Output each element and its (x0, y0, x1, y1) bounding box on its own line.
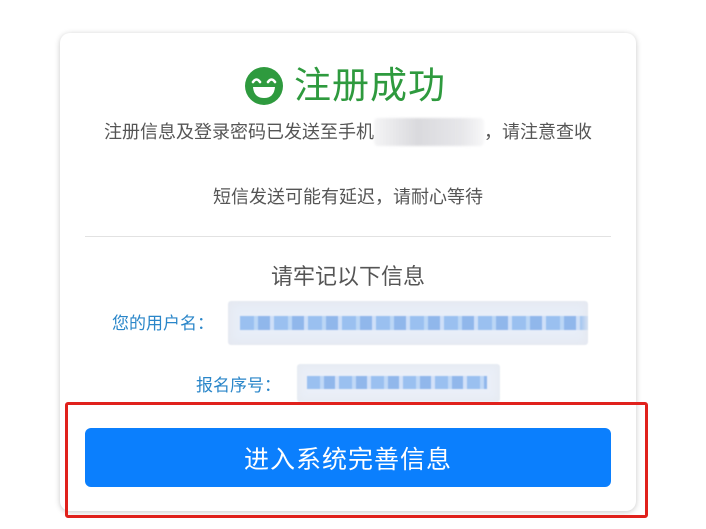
divider (85, 236, 611, 237)
sms-delay-note: 短信发送可能有延迟，请耐心等待 (213, 187, 483, 208)
highlight-annotation-box (65, 402, 648, 518)
masked-username-value (228, 301, 588, 345)
sms-message-suffix: ，请注意查收 (484, 122, 592, 143)
remember-heading: 请牢记以下信息 (270, 265, 425, 290)
sms-sent-message: 注册信息及登录密码已发送至手机 ，请注意查收 (80, 118, 616, 147)
masked-phone-number (374, 118, 484, 146)
smile-face-icon (245, 67, 283, 105)
masked-registration-number-value (297, 364, 500, 402)
registration-number-label: 报名序号： (196, 376, 281, 396)
title-row: 注册成功 (60, 63, 636, 109)
username-label: 您的用户名： (112, 314, 214, 334)
sms-message-prefix: 注册信息及登录密码已发送至手机 (104, 122, 374, 143)
page-title: 注册成功 (294, 64, 446, 107)
